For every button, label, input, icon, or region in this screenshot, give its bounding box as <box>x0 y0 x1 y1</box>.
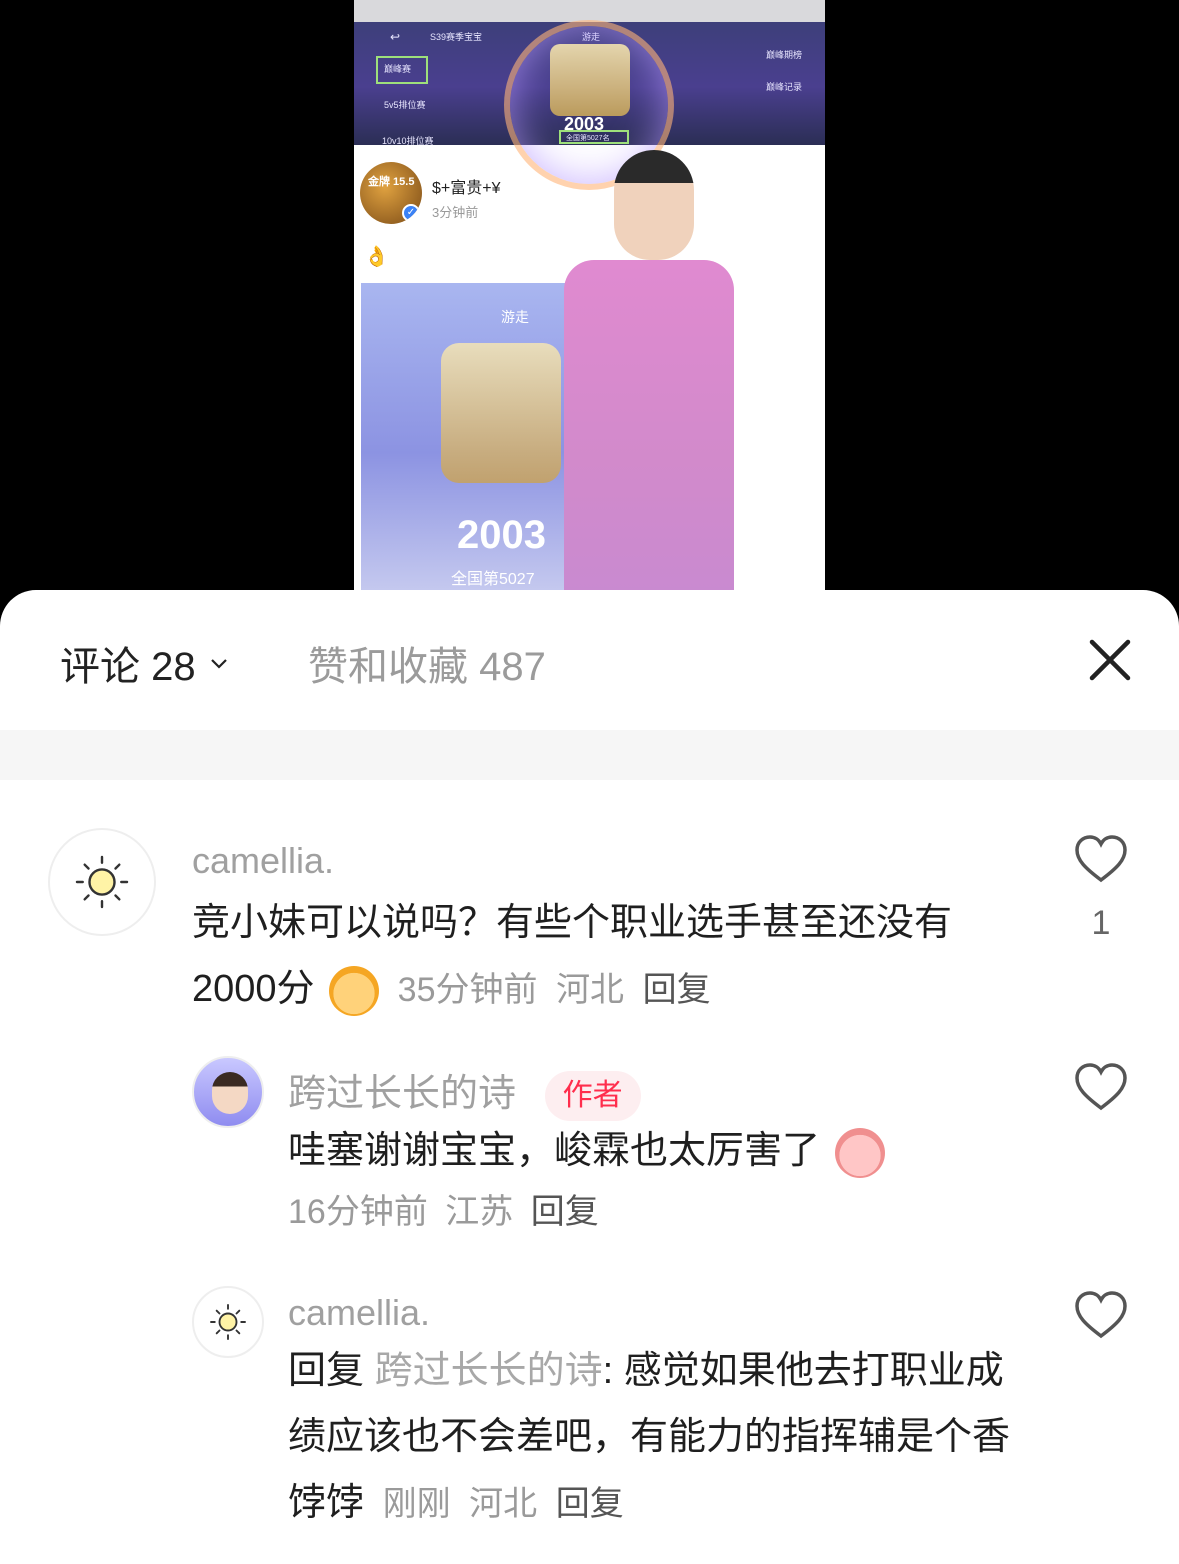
reply-item: camellia. 回复 跨过长长的诗: 感觉如果他去打职业成绩应该也不会差吧，… <box>0 1282 1179 1552</box>
post-avatar-text: 金牌 15.5 <box>368 176 415 188</box>
comment-sheet: 评论 28 赞和收藏 487 camellia. 竞小妹可以说吗？有些个职业选手… <box>0 590 1179 1564</box>
mode-10v10: 10v10排位赛 <box>382 136 434 146</box>
reply-button[interactable]: 回复 <box>556 1485 624 1523</box>
ok-hand-emoji: 👌 <box>364 246 389 268</box>
post-image-rank: 全国第5027 <box>451 571 535 588</box>
reply-button[interactable]: 回复 <box>643 971 711 1009</box>
mode-5v5: 5v5排位赛 <box>384 100 426 110</box>
comment-username[interactable]: camellia. <box>192 840 334 882</box>
reply-time: 刚刚 <box>382 1485 451 1523</box>
comment-time: 35分钟前 <box>397 971 538 1009</box>
nation-rank: 全国第5027名 <box>566 135 610 142</box>
post-avatar[interactable]: 金牌 15.5 ✓ <box>360 162 422 224</box>
tab-comments-label: 评论 28 <box>60 645 196 689</box>
reply-text: 哇塞谢谢宝宝，峻霖也太厉害了 <box>288 1118 1068 1184</box>
verified-icon: ✓ <box>402 204 420 222</box>
rank-emblem-icon <box>550 44 630 116</box>
heart-icon[interactable] <box>1073 1288 1129 1344</box>
heart-icon[interactable] <box>1073 1060 1129 1116</box>
like-count: 1 <box>1091 904 1111 942</box>
sheet-tabs: 评论 28 赞和收藏 487 <box>0 590 1179 730</box>
back-icon: ↩ <box>390 30 401 44</box>
reply-text: 回复 跨过长长的诗: 感觉如果他去打职业成绩应该也不会差吧，有能力的指挥辅是个香… <box>288 1338 1028 1537</box>
tab-likes-favorites[interactable]: 赞和收藏 487 <box>308 634 546 692</box>
reply-button[interactable]: 回复 <box>531 1193 599 1231</box>
person-body <box>564 260 734 592</box>
reply-item: 跨过长长的诗 作者 哇塞谢谢宝宝，峻霖也太厉害了 16分钟前 江苏 回复 <box>0 1054 1179 1244</box>
post-image-label: 游走 <box>501 309 529 325</box>
reply-prefix: 回复 <box>288 1350 365 1392</box>
post-image-score: 2003 <box>457 513 546 557</box>
peak-record-label: 巅峰记录 <box>766 82 803 92</box>
chevron-down-icon <box>210 659 227 669</box>
reply-meta: 16分钟前 江苏 回复 <box>288 1184 599 1233</box>
comment-text: 竞小妹可以说吗？有些个职业选手甚至还没有2000分 35分钟前 河北 回复 <box>192 890 992 1023</box>
heart-icon[interactable] <box>1073 832 1129 888</box>
comment-location: 河北 <box>556 971 625 1009</box>
reply-username-row: 跨过长长的诗 作者 <box>288 1062 641 1121</box>
reply-location: 江苏 <box>445 1193 514 1231</box>
sun-icon <box>75 855 129 909</box>
reply-username[interactable]: 跨过长长的诗 <box>288 1073 516 1115</box>
game-screenshot: ↩ S39赛季宝宝 游走 巅峰赛 5v5排位赛 10v10排位赛 巅峰期榜 巅峰… <box>354 0 825 190</box>
post-time: 3分钟前 <box>432 205 479 220</box>
post-username[interactable]: $+富贵+¥ <box>432 174 501 198</box>
author-badge: 作者 <box>544 1070 641 1121</box>
author-avatar-face <box>212 1072 248 1114</box>
sun-icon <box>210 1304 246 1340</box>
avatar[interactable] <box>192 1286 264 1358</box>
tab-comments[interactable]: 评论 28 <box>60 634 228 692</box>
person-head <box>614 150 694 260</box>
close-icon[interactable] <box>1086 636 1134 684</box>
avatar[interactable] <box>48 828 156 936</box>
dog-emoji-icon <box>329 965 380 1016</box>
pleading-emoji-icon <box>834 1127 885 1178</box>
season-label: S39赛季宝宝 <box>430 32 483 42</box>
reply-body: 哇塞谢谢宝宝，峻霖也太厉害了 <box>288 1130 821 1172</box>
author-avatar[interactable] <box>192 1056 264 1128</box>
reply-location: 河北 <box>469 1485 538 1523</box>
mention-link[interactable]: 跨过长长的诗 <box>375 1350 603 1392</box>
reply-time: 16分钟前 <box>288 1193 428 1231</box>
reply-username[interactable]: camellia. <box>288 1292 430 1334</box>
person-figure <box>534 150 734 592</box>
comment-item: camellia. 竞小妹可以说吗？有些个职业选手甚至还没有2000分 35分钟… <box>0 826 1179 1026</box>
rank-button-label: 巅峰赛 <box>384 64 412 74</box>
video-frame[interactable]: ↩ S39赛季宝宝 游走 巅峰赛 5v5排位赛 10v10排位赛 巅峰期榜 巅峰… <box>354 0 825 592</box>
divider <box>0 730 1179 780</box>
peak-list-label: 巅峰期榜 <box>766 50 803 60</box>
